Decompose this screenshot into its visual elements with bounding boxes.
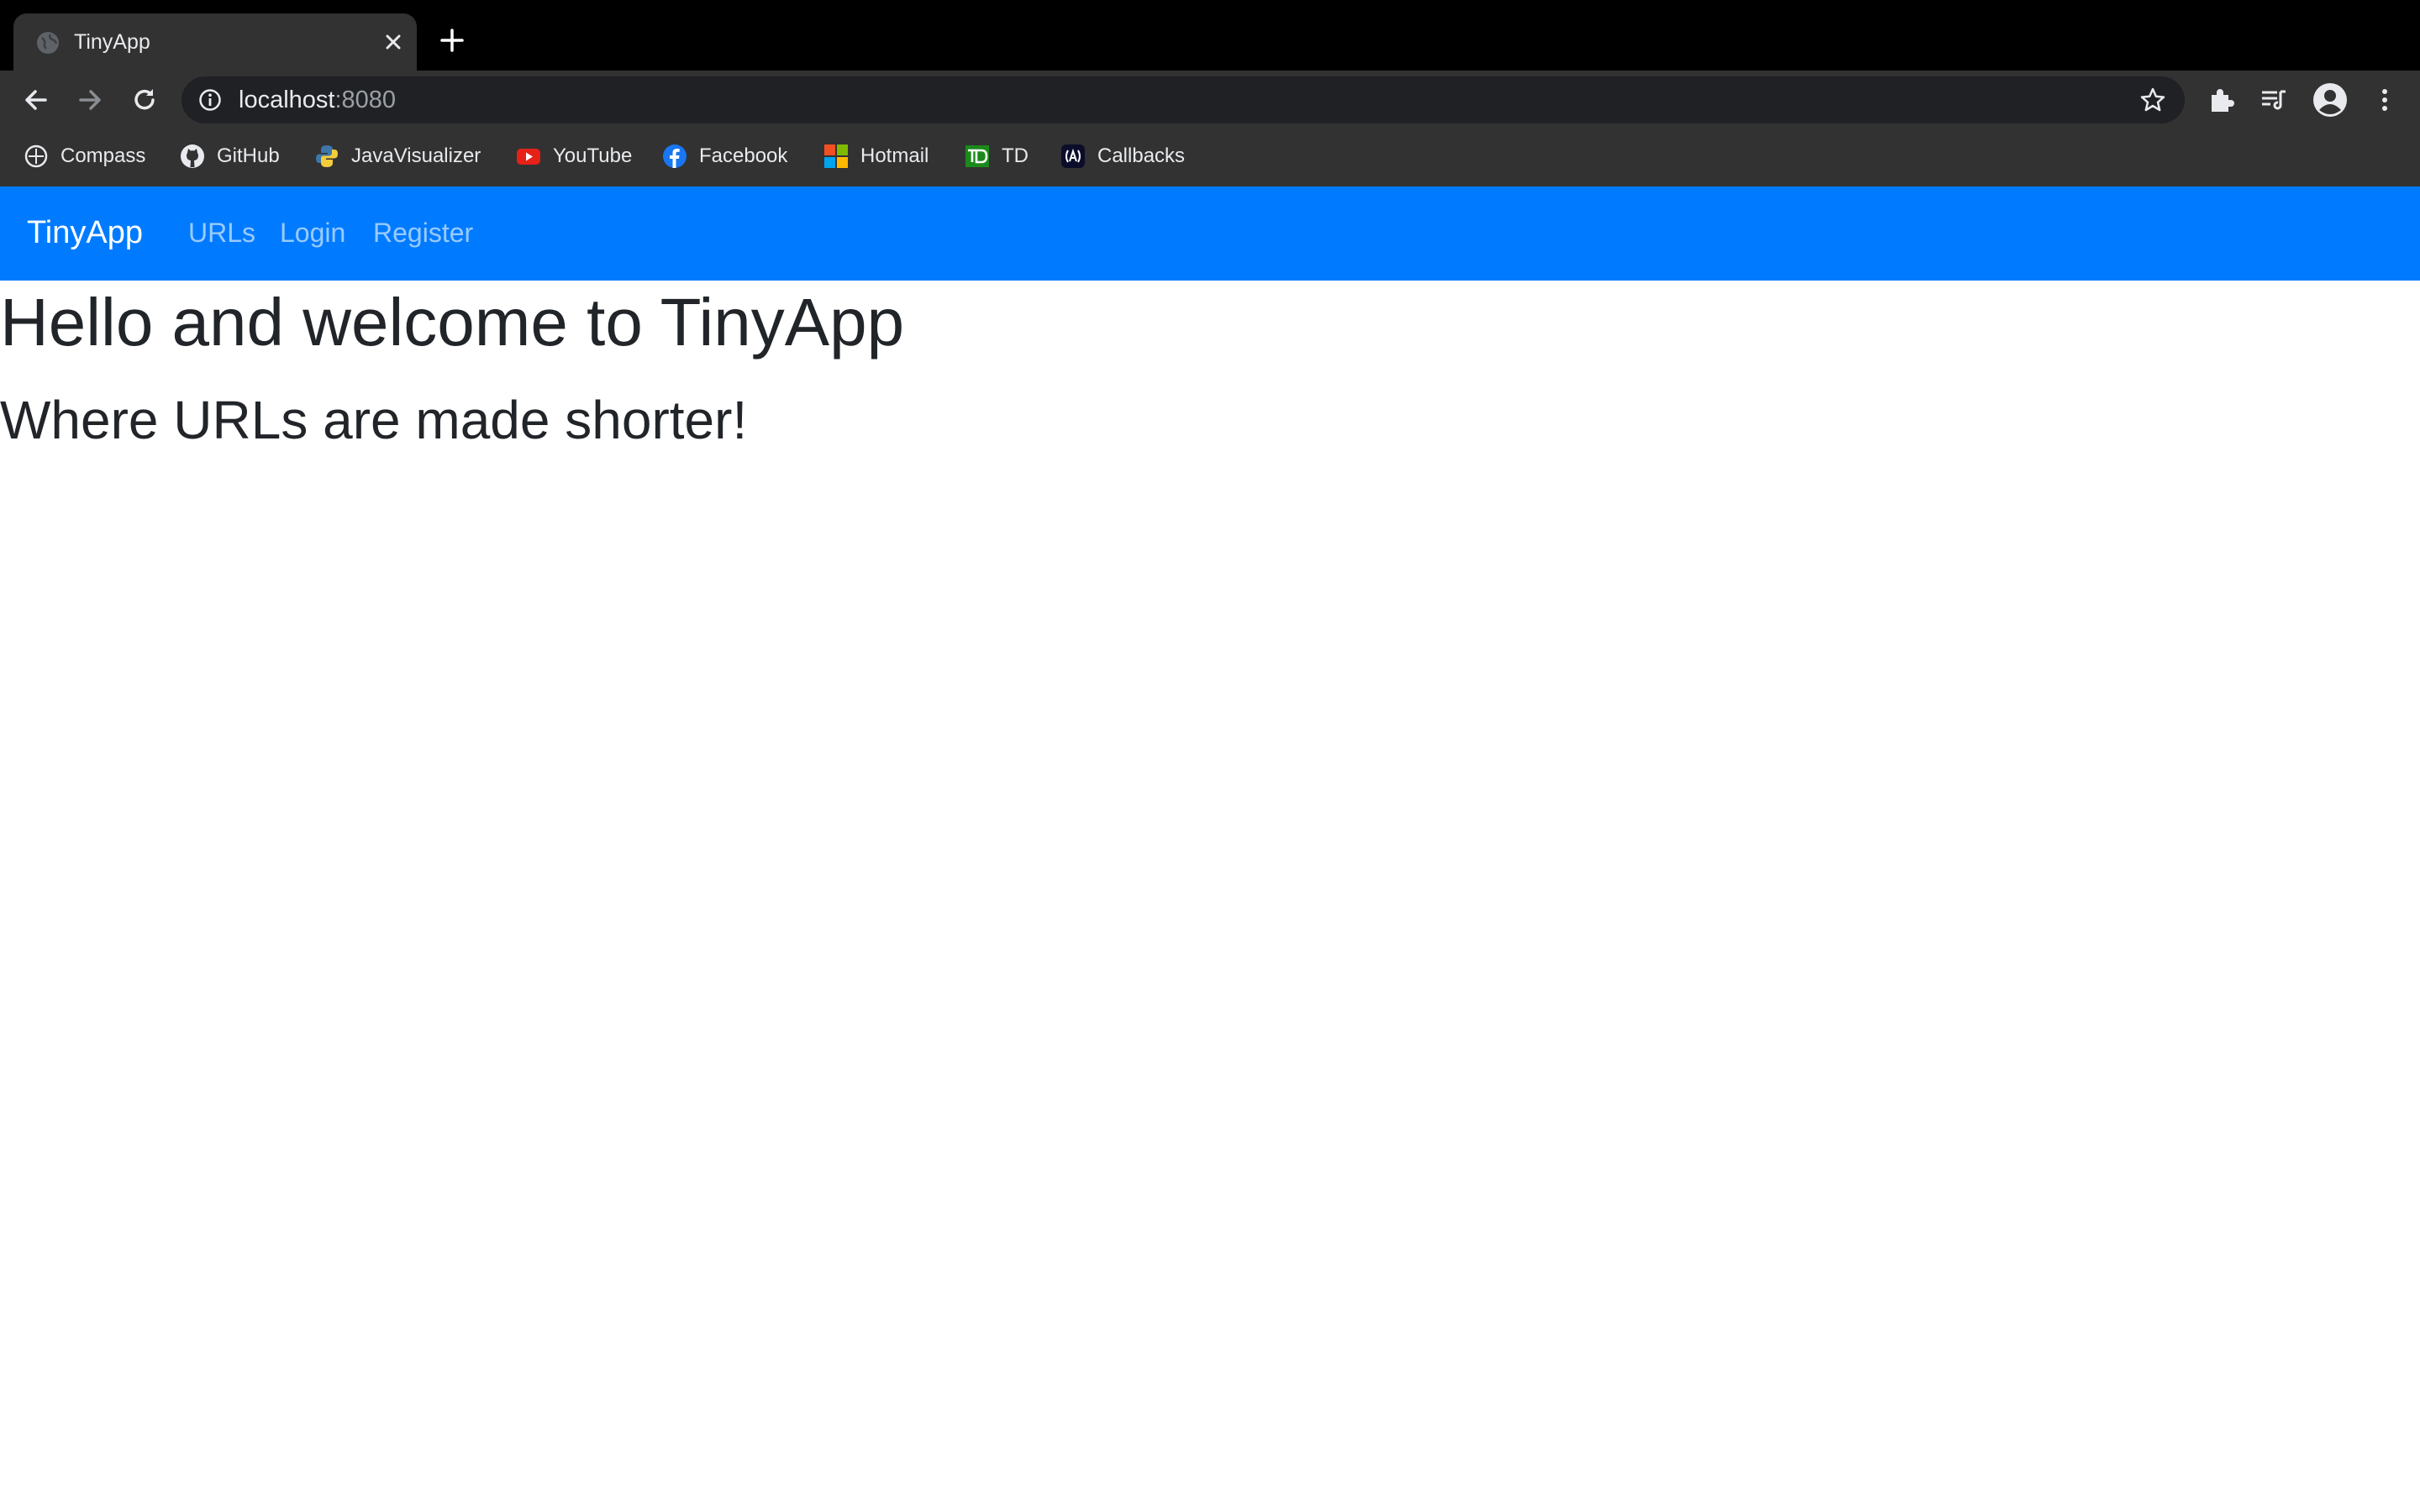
bookmark-hotmail[interactable]: Hotmail — [823, 139, 929, 173]
profile-avatar-icon[interactable] — [2312, 82, 2348, 118]
page-heading: Hello and welcome to TinyApp — [0, 285, 905, 360]
bookmark-star-icon[interactable] — [2139, 87, 2166, 113]
nav-link-login[interactable]: Login — [280, 213, 345, 252]
url-host: localhost — [239, 87, 335, 113]
bookmark-label: TD — [1002, 144, 1028, 167]
reload-icon[interactable] — [130, 86, 159, 114]
facebook-icon — [663, 144, 687, 168]
navbar-brand[interactable]: TinyApp — [27, 212, 143, 254]
more-menu-icon[interactable] — [2370, 85, 2400, 115]
bookmark-label: Hotmail — [860, 144, 929, 167]
bookmark-label: JavaVisualizer — [351, 144, 481, 167]
youtube-icon — [517, 149, 540, 165]
browser-tab[interactable]: TinyApp — [13, 13, 417, 71]
forward-icon[interactable] — [76, 86, 104, 114]
microsoft-icon — [824, 144, 848, 168]
address-url[interactable]: localhost:8080 — [239, 86, 396, 114]
tab-strip: TinyApp — [0, 0, 2420, 71]
bookmark-label: Facebook — [699, 144, 788, 167]
new-tab-icon[interactable] — [439, 27, 466, 54]
python-icon — [316, 145, 338, 167]
bookmark-callbacks[interactable]: Callbacks — [1060, 139, 1185, 173]
back-icon[interactable] — [22, 86, 50, 114]
app-navbar: TinyApp URLs Login Register — [0, 186, 2420, 281]
info-icon[interactable] — [198, 88, 222, 112]
bookmark-td[interactable]: TD — [965, 139, 1028, 173]
bookmark-label: GitHub — [217, 144, 280, 167]
nav-link-urls[interactable]: URLs — [188, 213, 255, 252]
td-icon — [965, 145, 989, 167]
tab-title: TinyApp — [74, 30, 150, 54]
compass-icon — [24, 144, 48, 168]
browser-toolbar: localhost:8080 — [0, 71, 2420, 128]
extensions-icon[interactable] — [2207, 85, 2237, 115]
bookmark-compass[interactable]: Compass — [24, 139, 145, 173]
bookmark-facebook[interactable]: Facebook — [662, 139, 787, 173]
bookmark-github[interactable]: GitHub — [180, 139, 280, 173]
url-port: :8080 — [334, 87, 397, 113]
bookmark-label: YouTube — [553, 144, 633, 167]
close-icon[interactable] — [380, 29, 407, 55]
page-subheading: Where URLs are made shorter! — [0, 390, 748, 450]
address-bar[interactable]: localhost:8080 — [182, 76, 2185, 123]
bookmarks-bar: Compass GitHub JavaVisualizer YouTube Fa… — [0, 128, 2420, 186]
bookmark-javavisualizer[interactable]: JavaVisualizer — [314, 139, 481, 173]
globe-icon — [37, 32, 59, 54]
bookmark-youtube[interactable]: YouTube — [516, 139, 632, 173]
bookmark-label: Callbacks — [1097, 144, 1186, 167]
media-playlist-icon[interactable] — [2259, 85, 2289, 115]
nav-link-register[interactable]: Register — [373, 213, 473, 252]
github-icon — [181, 144, 204, 168]
callbacks-icon — [1061, 144, 1085, 168]
bookmark-label: Compass — [60, 144, 146, 167]
